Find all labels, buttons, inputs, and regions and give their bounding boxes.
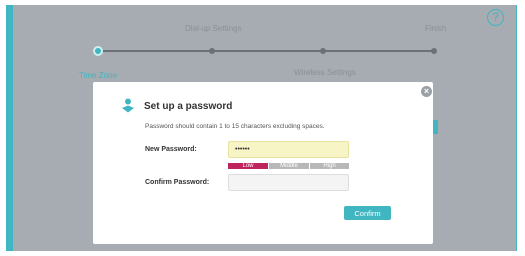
strength-high: High — [310, 163, 349, 169]
step-dot-dialup — [209, 48, 215, 54]
progress-line — [99, 50, 434, 52]
step-dot-wireless — [320, 48, 326, 54]
password-hint: Password should contain 1 to 15 characte… — [145, 123, 325, 130]
new-password-field[interactable] — [228, 141, 349, 158]
step-label-timezone: Time Zone — [79, 71, 117, 80]
confirm-button[interactable]: Confirm — [344, 206, 391, 220]
step-label-wireless: Wireless Settings — [294, 68, 356, 77]
confirm-password-label: Confirm Password: — [145, 179, 210, 186]
dialog-title: Set up a password — [144, 101, 233, 112]
new-password-label: New Password: — [145, 146, 197, 153]
step-dot-finish — [431, 48, 437, 54]
background-button-edge — [433, 120, 438, 134]
step-label-dialup: Dial-up Settings — [185, 24, 242, 33]
step-dot-timezone — [93, 46, 103, 56]
confirm-password-field[interactable] — [228, 174, 349, 191]
user-icon — [122, 98, 134, 113]
help-icon[interactable]: ? — [487, 9, 504, 26]
step-label-finish: Finish — [425, 24, 447, 33]
strength-middle: Middle — [269, 163, 309, 169]
close-icon[interactable]: × — [421, 86, 432, 97]
strength-low: Low — [228, 163, 268, 169]
